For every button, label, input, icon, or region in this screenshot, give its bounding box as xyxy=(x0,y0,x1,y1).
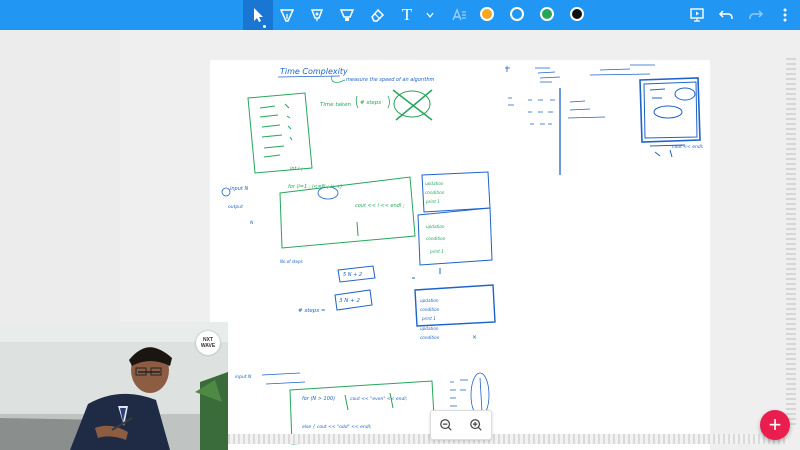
zoom-out-button[interactable] xyxy=(431,411,461,439)
color-black-swatch[interactable] xyxy=(570,7,584,21)
whiteboard-canvas[interactable]: Time Complexity measure the speed of an … xyxy=(210,60,710,450)
note-cout: cout << i << endl ; xyxy=(355,203,405,209)
toolbar: T xyxy=(0,0,800,30)
note-five-n: 5 N + 2 xyxy=(343,272,362,278)
undo-icon xyxy=(718,10,733,19)
pen-nib-icon xyxy=(279,9,295,22)
note-three-n: 3 N + 2 xyxy=(339,298,360,304)
pen-tool[interactable] xyxy=(272,0,302,30)
note-steps: # steps xyxy=(360,100,381,106)
add-page-button[interactable]: + xyxy=(760,410,790,440)
text-format-tool[interactable] xyxy=(444,0,474,30)
note-else-line: else { cout << "odd" << endl; xyxy=(302,424,372,430)
zoom-in-icon xyxy=(470,419,482,431)
fountain-pen-icon xyxy=(310,9,324,22)
board-title: Time Complexity xyxy=(280,67,348,76)
notebook-sketch xyxy=(247,92,313,174)
board-subtitle: measure the speed of an algorithm xyxy=(346,77,434,83)
redo-icon xyxy=(749,10,764,19)
more-menu-button[interactable] xyxy=(770,0,800,30)
note-int-i: int i ; xyxy=(290,166,303,172)
horizontal-scrollbar[interactable] xyxy=(228,434,788,444)
present-button[interactable] xyxy=(682,0,712,30)
note-input-n: input N xyxy=(230,186,248,192)
text-format-icon xyxy=(452,8,466,21)
note-cout-endl: cout << endl; xyxy=(672,144,704,150)
note-condition-1: condition xyxy=(425,190,445,195)
zoom-controls xyxy=(430,410,492,440)
redo-button[interactable] xyxy=(741,0,771,30)
note-ok-mark: × xyxy=(472,334,477,341)
note-cout-even: cout << "even" << endl; xyxy=(350,396,408,402)
note-print-3: print 1 xyxy=(421,316,436,321)
note-print-1: print 1 xyxy=(425,199,440,204)
top-right-notes xyxy=(505,64,655,175)
presenter-video-frame xyxy=(0,322,228,450)
chevron-down-icon xyxy=(426,12,434,18)
zoom-in-button[interactable] xyxy=(461,411,491,439)
note-n-value: N xyxy=(250,220,254,226)
eraser-icon xyxy=(371,8,385,22)
more-vertical-icon xyxy=(783,8,787,22)
cursor-arrow-icon xyxy=(254,8,263,22)
note-updation-4: updation xyxy=(420,326,439,331)
logo-line-2: WAVE xyxy=(200,343,216,349)
color-green-swatch[interactable] xyxy=(540,7,554,21)
brand-logo: NXT WAVE xyxy=(196,331,220,355)
zoom-out-icon xyxy=(440,419,452,431)
text-tool-glyph: T xyxy=(401,5,413,24)
note-print-2: print 1 xyxy=(429,249,444,254)
webcam-overlay xyxy=(0,322,228,450)
note-condition-4: condition xyxy=(420,335,440,340)
color-blue-swatch[interactable] xyxy=(510,7,524,21)
note-input-n-2: input N xyxy=(235,374,252,380)
vertical-scrollbar[interactable] xyxy=(786,58,796,428)
note-updation-1: updation xyxy=(425,181,444,186)
highlighter-tool[interactable] xyxy=(332,0,362,30)
note-condition-2: condition xyxy=(426,236,446,241)
note-steps-formula: # steps = xyxy=(298,308,326,314)
color-orange-swatch[interactable] xyxy=(480,7,494,21)
note-output: output xyxy=(228,204,243,210)
select-tool[interactable] xyxy=(243,0,273,30)
text-options-dropdown[interactable] xyxy=(418,0,442,30)
handwriting-layer: Time Complexity measure the speed of an … xyxy=(221,64,704,445)
note-updation-3: updation xyxy=(420,298,439,303)
highlighter-icon xyxy=(339,9,355,21)
eraser-tool[interactable] xyxy=(362,0,392,30)
undo-button[interactable] xyxy=(711,0,741,30)
present-icon xyxy=(690,8,704,22)
fountain-pen-tool[interactable] xyxy=(302,0,332,30)
note-time-taken: Time taken xyxy=(320,102,351,108)
note-updation-2: updation xyxy=(426,224,445,229)
note-for-n: for (N > 100) xyxy=(302,396,335,402)
note-no-of-steps: No of steps xyxy=(280,259,303,264)
note-condition-3: condition xyxy=(420,307,440,312)
